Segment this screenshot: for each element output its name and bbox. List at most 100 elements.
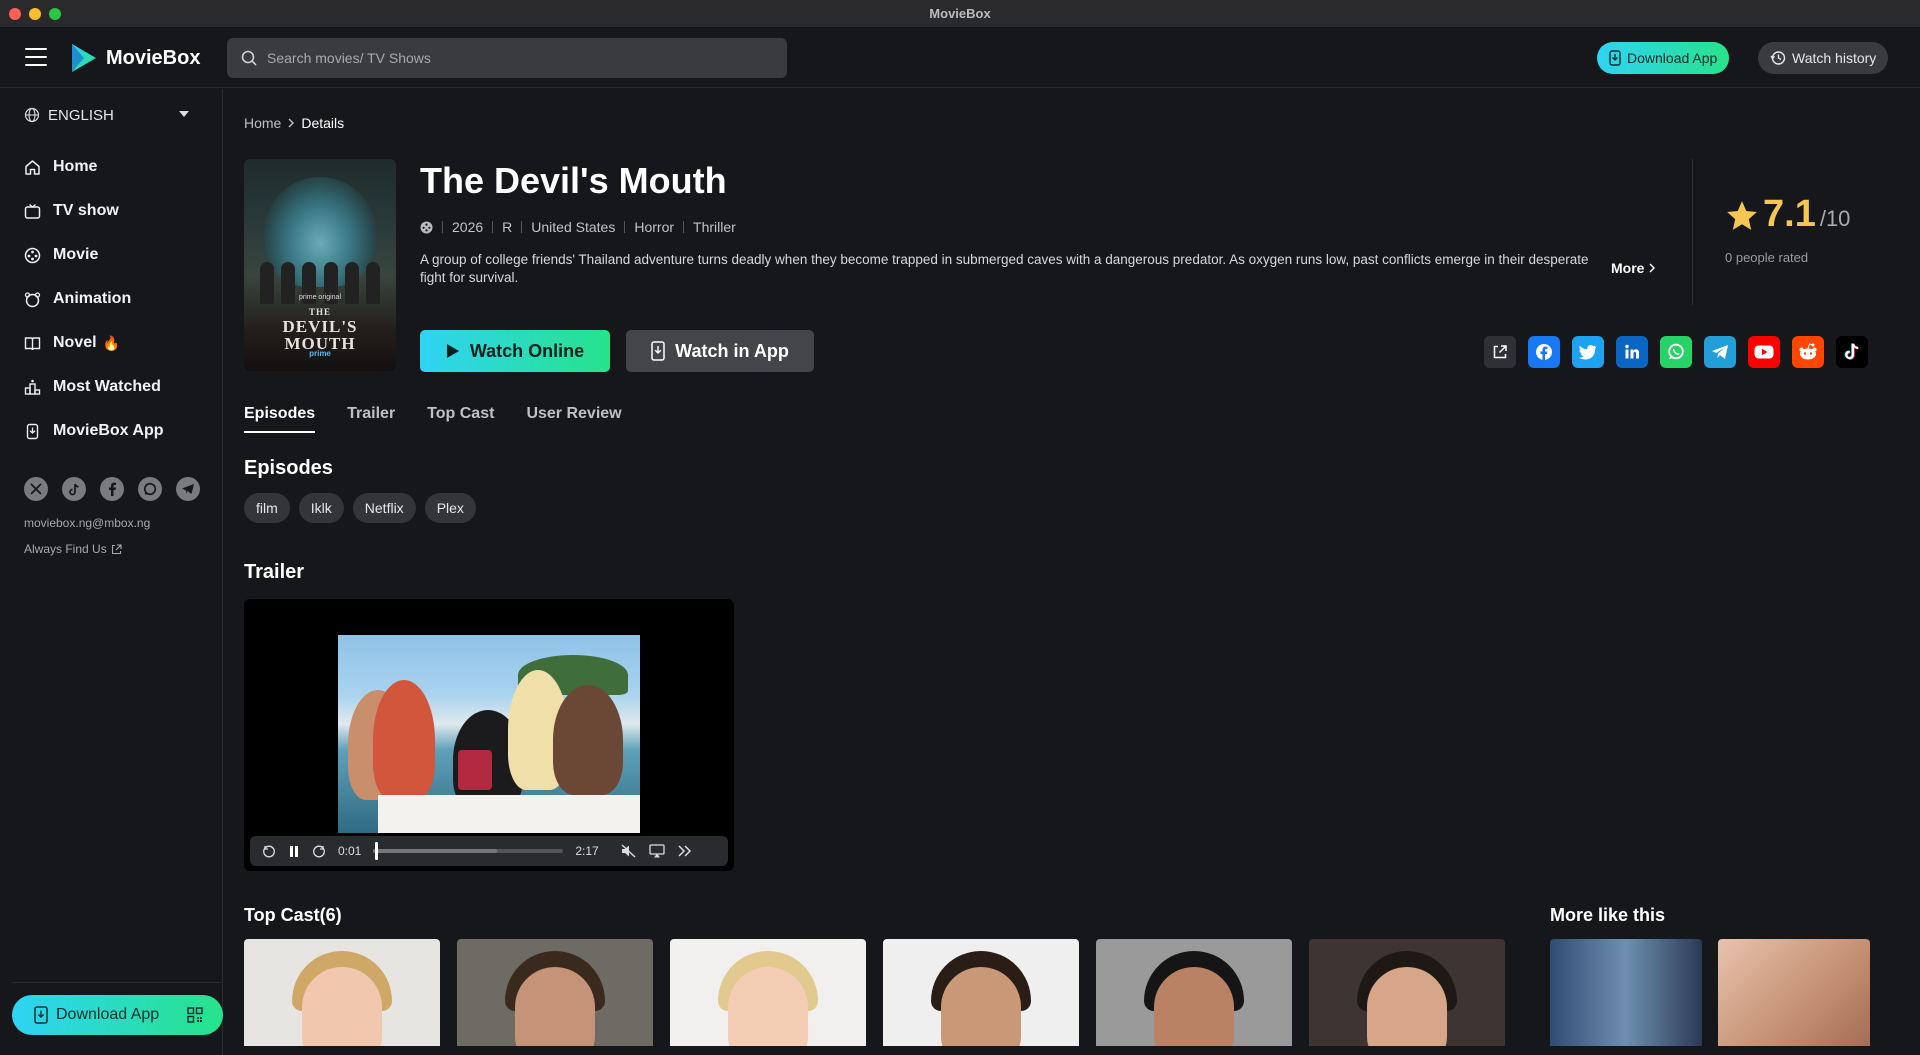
rewind-10-icon[interactable] — [262, 844, 276, 858]
minimize-window-button[interactable] — [29, 8, 41, 20]
star-icon — [1727, 201, 1757, 230]
brand-logo[interactable]: MovieBox — [70, 42, 200, 74]
chevron-right-icon — [288, 118, 295, 128]
forward-10-icon[interactable] — [312, 844, 326, 858]
language-select[interactable]: ENGLISH — [24, 103, 189, 127]
qr-code-icon[interactable] — [187, 1007, 203, 1023]
external-link-icon[interactable] — [1484, 336, 1516, 368]
sidebar-item-label: Novel — [53, 334, 97, 351]
mute-icon[interactable] — [621, 844, 637, 858]
sidebar-item-novel[interactable]: Novel 🔥 — [0, 321, 222, 365]
contact-email[interactable]: moviebox.ng@mbox.ng — [24, 516, 150, 530]
source-chip-film[interactable]: film — [244, 493, 290, 523]
detail-tabs: Episodes Trailer Top Cast User Review — [244, 405, 622, 433]
whatsapp-icon[interactable] — [138, 477, 162, 501]
sidebar-item-label: Most Watched — [53, 378, 161, 395]
facebook-icon[interactable] — [1528, 336, 1560, 368]
cast-card[interactable] — [1309, 939, 1505, 1046]
youtube-icon[interactable] — [1748, 336, 1780, 368]
watch-in-app-button[interactable]: Watch in App — [626, 330, 814, 372]
more-like-this-heading: More like this — [1550, 905, 1666, 925]
search-bar[interactable] — [227, 38, 787, 78]
trailer-player[interactable]: 0:01 2:17 — [244, 599, 734, 871]
video-table — [378, 795, 640, 833]
player-controls: 0:01 2:17 — [250, 836, 728, 866]
video-frame[interactable] — [338, 635, 640, 833]
poster-footer: prime — [309, 349, 331, 358]
source-chip-netflix[interactable]: Netflix — [352, 493, 416, 523]
globe-icon — [24, 107, 40, 123]
seek-bar[interactable] — [373, 842, 564, 860]
sidebar-item-most-watched[interactable]: Most Watched — [0, 365, 222, 409]
video-cup — [458, 750, 492, 790]
menu-icon[interactable] — [25, 48, 47, 66]
tab-user-review[interactable]: User Review — [526, 405, 621, 433]
film-reel-icon — [24, 247, 41, 263]
cast-card[interactable] — [1096, 939, 1292, 1046]
book-icon — [24, 336, 41, 350]
duration: 2:17 — [575, 844, 599, 858]
cast-card[interactable] — [244, 939, 440, 1046]
airplay-icon[interactable] — [649, 844, 665, 858]
download-app-button[interactable]: Download App — [1597, 42, 1730, 74]
sidebar-item-label: Movie — [53, 246, 99, 263]
telegram-icon[interactable] — [176, 477, 200, 501]
tab-episodes[interactable]: Episodes — [244, 405, 316, 433]
poster-tagline: prime original — [298, 294, 342, 301]
movie-title: The Devil's Mouth — [420, 160, 727, 201]
always-find-us-link[interactable]: Always Find Us — [24, 542, 122, 556]
telegram-icon[interactable] — [1704, 336, 1736, 368]
reddit-icon[interactable] — [1792, 336, 1824, 368]
zoom-window-button[interactable] — [49, 8, 61, 20]
facebook-icon[interactable] — [100, 477, 124, 501]
seek-handle[interactable] — [374, 842, 378, 860]
source-chip-plex[interactable]: Plex — [424, 493, 476, 523]
source-chip-iklk[interactable]: Iklk — [298, 493, 344, 523]
search-icon — [241, 50, 257, 66]
breadcrumb-home[interactable]: Home — [244, 115, 281, 131]
twitter-icon[interactable] — [1572, 336, 1604, 368]
social-links — [24, 477, 200, 501]
trailer-heading: Trailer — [244, 561, 305, 583]
more-controls-icon[interactable] — [677, 845, 693, 857]
sidebar-item-label: TV show — [53, 202, 119, 219]
sidebar-item-movie[interactable]: Movie — [0, 233, 222, 277]
sidebar-download-label: Download App — [56, 1006, 160, 1023]
cast-photo-face — [941, 967, 1021, 1046]
fire-icon: 🔥 — [102, 334, 121, 351]
movie-poster: prime original THE DEVIL'S MOUTH prime — [244, 159, 396, 371]
tiktok-icon[interactable] — [1836, 336, 1868, 368]
cast-card[interactable] — [883, 939, 1079, 1046]
bear-icon — [24, 291, 41, 307]
pause-icon[interactable] — [288, 845, 300, 858]
sidebar-item-animation[interactable]: Animation — [0, 277, 222, 321]
recommendation-card[interactable] — [1550, 939, 1702, 1046]
rating-divider — [1692, 159, 1693, 305]
sidebar-download-app-button[interactable]: Download App — [12, 995, 223, 1035]
linkedin-icon[interactable] — [1616, 336, 1648, 368]
rating-max: /10 — [1819, 206, 1851, 231]
source-chips: film Iklk Netflix Plex — [244, 493, 476, 523]
search-input[interactable] — [267, 50, 767, 66]
top-header: MovieBox Download App Watch history — [0, 28, 1920, 88]
window-controls — [9, 8, 61, 20]
close-window-button[interactable] — [9, 8, 21, 20]
tab-top-cast[interactable]: Top Cast — [427, 405, 494, 433]
sidebar-item-home[interactable]: Home — [0, 145, 222, 189]
more-label: More — [1611, 260, 1645, 276]
sidebar-item-moviebox-app[interactable]: MovieBox App — [0, 409, 222, 453]
history-icon — [1770, 51, 1786, 65]
sidebar-item-tv-show[interactable]: TV show — [0, 189, 222, 233]
tab-trailer[interactable]: Trailer — [347, 405, 395, 433]
cast-card[interactable] — [670, 939, 866, 1046]
x-icon[interactable] — [24, 477, 48, 501]
watch-history-button[interactable]: Watch history — [1758, 42, 1889, 74]
watch-online-button[interactable]: Watch Online — [420, 330, 610, 372]
cast-card[interactable] — [457, 939, 653, 1046]
whatsapp-icon[interactable] — [1660, 336, 1692, 368]
recommendation-card[interactable] — [1718, 939, 1870, 1046]
brand-name: MovieBox — [106, 46, 201, 69]
tiktok-icon[interactable] — [62, 477, 86, 501]
more-button[interactable]: More — [1611, 260, 1656, 276]
cast-photo-face — [515, 967, 595, 1046]
